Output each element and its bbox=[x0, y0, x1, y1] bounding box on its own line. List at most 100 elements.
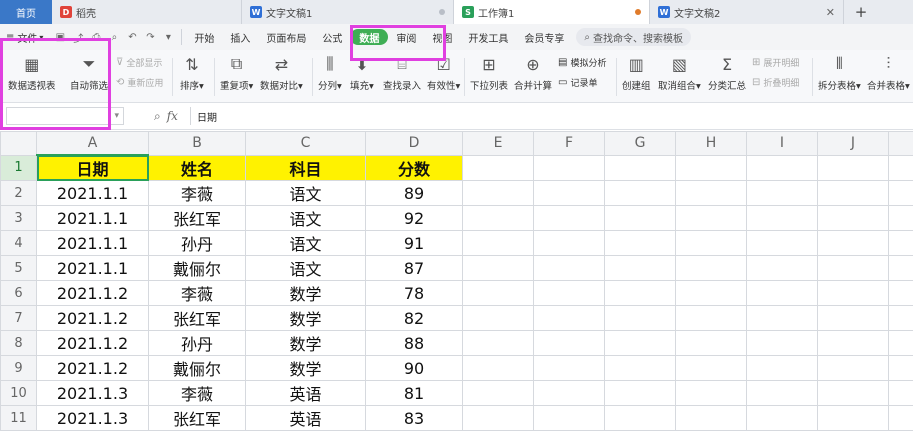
cell[interactable] bbox=[463, 256, 534, 281]
header-cell-name[interactable]: 姓名 bbox=[149, 155, 246, 181]
tab-sheet[interactable]: S 工作簿1 bbox=[454, 0, 650, 24]
ungroup-button[interactable]: ▧ 取消组合▾ bbox=[658, 54, 701, 92]
cell-date[interactable]: 2021.1.2 bbox=[37, 356, 149, 381]
cell-name[interactable]: 张红军 bbox=[149, 406, 246, 431]
cell[interactable] bbox=[889, 256, 913, 281]
print-preview-icon[interactable]: ⌕ bbox=[107, 30, 121, 44]
cell[interactable] bbox=[818, 231, 889, 256]
show-all-button[interactable]: ⊽全部显示 bbox=[116, 56, 162, 69]
cell[interactable] bbox=[534, 231, 605, 256]
fx-icon[interactable]: fx bbox=[167, 109, 178, 123]
cell-subject[interactable]: 语文 bbox=[246, 256, 366, 281]
cell-subject[interactable]: 数学 bbox=[246, 331, 366, 356]
cell[interactable] bbox=[605, 331, 676, 356]
cell[interactable] bbox=[889, 331, 913, 356]
cell[interactable] bbox=[747, 406, 818, 431]
cell-subject[interactable]: 语文 bbox=[246, 206, 366, 231]
tab-docer[interactable]: D 稻壳 bbox=[52, 0, 242, 24]
duplicates-button[interactable]: ⧉ 重复项▾ bbox=[220, 54, 253, 92]
cell[interactable] bbox=[534, 356, 605, 381]
menu-review[interactable]: 审阅 bbox=[388, 24, 424, 50]
menu-home[interactable]: 开始 bbox=[186, 24, 222, 50]
menu-insert[interactable]: 插入 bbox=[222, 24, 258, 50]
cell[interactable] bbox=[818, 256, 889, 281]
cell[interactable] bbox=[889, 381, 913, 406]
formula-input[interactable]: 日期 bbox=[190, 107, 913, 125]
cell[interactable] bbox=[463, 155, 534, 181]
create-group-button[interactable]: ▥ 创建组 bbox=[622, 54, 651, 92]
column-header-A[interactable]: A bbox=[37, 132, 149, 156]
cell[interactable] bbox=[534, 256, 605, 281]
row-header[interactable]: 7 bbox=[1, 306, 37, 331]
cell[interactable] bbox=[605, 231, 676, 256]
cell[interactable] bbox=[676, 331, 747, 356]
cell[interactable] bbox=[463, 181, 534, 206]
column-header-B[interactable]: B bbox=[149, 132, 246, 156]
cell[interactable] bbox=[463, 206, 534, 231]
cell[interactable] bbox=[818, 356, 889, 381]
tab-home[interactable]: 首页 bbox=[0, 0, 52, 24]
row-header[interactable]: 2 bbox=[1, 181, 37, 206]
cell-score[interactable]: 88 bbox=[366, 331, 463, 356]
cell[interactable] bbox=[889, 181, 913, 206]
record-form-button[interactable]: ▭记录单 bbox=[558, 76, 597, 89]
redo-icon[interactable]: ↷ bbox=[143, 30, 157, 44]
cell-score[interactable]: 82 bbox=[366, 306, 463, 331]
cell-date[interactable]: 2021.1.2 bbox=[37, 306, 149, 331]
column-header-J[interactable]: J bbox=[818, 132, 889, 156]
dropdown-list-button[interactable]: ⊞ 下拉列表 bbox=[470, 54, 508, 92]
cell-date[interactable]: 2021.1.1 bbox=[37, 256, 149, 281]
column-header-I[interactable]: I bbox=[747, 132, 818, 156]
cell[interactable] bbox=[676, 281, 747, 306]
cell[interactable] bbox=[534, 155, 605, 181]
cell[interactable] bbox=[676, 406, 747, 431]
command-search[interactable]: ⌕ 查找命令、搜索模板 bbox=[576, 28, 691, 46]
close-icon[interactable]: ✕ bbox=[826, 6, 835, 19]
cell[interactable] bbox=[605, 281, 676, 306]
cell[interactable] bbox=[463, 331, 534, 356]
cell[interactable] bbox=[534, 306, 605, 331]
cell[interactable] bbox=[605, 356, 676, 381]
cell-score[interactable]: 92 bbox=[366, 206, 463, 231]
cell-subject[interactable]: 英语 bbox=[246, 381, 366, 406]
zoom-icon[interactable]: ⌕ bbox=[154, 109, 161, 124]
cell[interactable] bbox=[747, 381, 818, 406]
column-header-G[interactable]: G bbox=[605, 132, 676, 156]
row-header[interactable]: 1 bbox=[1, 155, 37, 181]
cell[interactable] bbox=[889, 206, 913, 231]
row-header[interactable]: 8 bbox=[1, 331, 37, 356]
cell[interactable] bbox=[889, 406, 913, 431]
column-header-C[interactable]: C bbox=[246, 132, 366, 156]
cell[interactable] bbox=[534, 281, 605, 306]
cell[interactable] bbox=[818, 155, 889, 181]
header-cell-score[interactable]: 分数 bbox=[366, 155, 463, 181]
cell[interactable] bbox=[534, 406, 605, 431]
row-header[interactable]: 10 bbox=[1, 381, 37, 406]
cell[interactable] bbox=[747, 181, 818, 206]
column-header-F[interactable]: F bbox=[534, 132, 605, 156]
cell-subject[interactable]: 英语 bbox=[246, 406, 366, 431]
validity-button[interactable]: ☑ 有效性▾ bbox=[427, 54, 460, 92]
cell[interactable] bbox=[747, 231, 818, 256]
cell[interactable] bbox=[463, 381, 534, 406]
cell[interactable] bbox=[889, 281, 913, 306]
tab-writer-2[interactable]: W 文字文稿2 ✕ bbox=[650, 0, 844, 24]
sort-button[interactable]: ⇅ 排序▾ bbox=[180, 54, 204, 92]
cell-name[interactable]: 戴俪尔 bbox=[149, 356, 246, 381]
row-header[interactable]: 6 bbox=[1, 281, 37, 306]
split-table-button[interactable]: ⫴ 拆分表格▾ bbox=[818, 54, 861, 92]
cell-name[interactable]: 孙丹 bbox=[149, 331, 246, 356]
cell-subject[interactable]: 语文 bbox=[246, 231, 366, 256]
cell-score[interactable]: 81 bbox=[366, 381, 463, 406]
lookup-entry-button[interactable]: ⌸ 查找录入 bbox=[383, 54, 421, 92]
cell[interactable] bbox=[534, 206, 605, 231]
cell[interactable] bbox=[818, 281, 889, 306]
cell[interactable] bbox=[747, 281, 818, 306]
cell[interactable] bbox=[889, 231, 913, 256]
cell[interactable] bbox=[676, 155, 747, 181]
cell[interactable] bbox=[747, 256, 818, 281]
cell-score[interactable]: 87 bbox=[366, 256, 463, 281]
autofilter-button[interactable]: ⏷ 自动筛选 bbox=[70, 54, 108, 92]
cell[interactable] bbox=[676, 381, 747, 406]
select-all-corner[interactable] bbox=[1, 132, 37, 156]
